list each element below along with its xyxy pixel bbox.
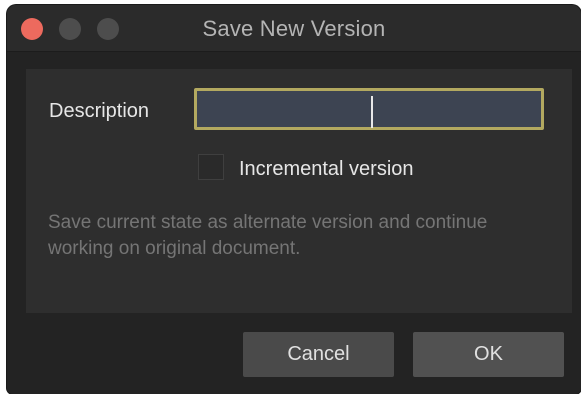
text-caret bbox=[371, 96, 373, 128]
description-label: Description bbox=[49, 100, 150, 122]
title-bar: Save New Version bbox=[7, 5, 581, 52]
save-version-dialog: Save New Version Description Incremental… bbox=[7, 5, 581, 394]
hint-text: Save current state as alternate version … bbox=[48, 212, 488, 259]
incremental-version-checkbox[interactable] bbox=[198, 154, 224, 180]
ok-button[interactable]: OK bbox=[413, 332, 564, 377]
incremental-version-label[interactable]: Incremental version bbox=[239, 158, 414, 181]
window-title: Save New Version bbox=[202, 16, 386, 41]
description-input[interactable] bbox=[194, 88, 544, 130]
form-panel: Description Incremental version Save cur… bbox=[26, 69, 572, 313]
cancel-button[interactable]: Cancel bbox=[243, 332, 394, 377]
